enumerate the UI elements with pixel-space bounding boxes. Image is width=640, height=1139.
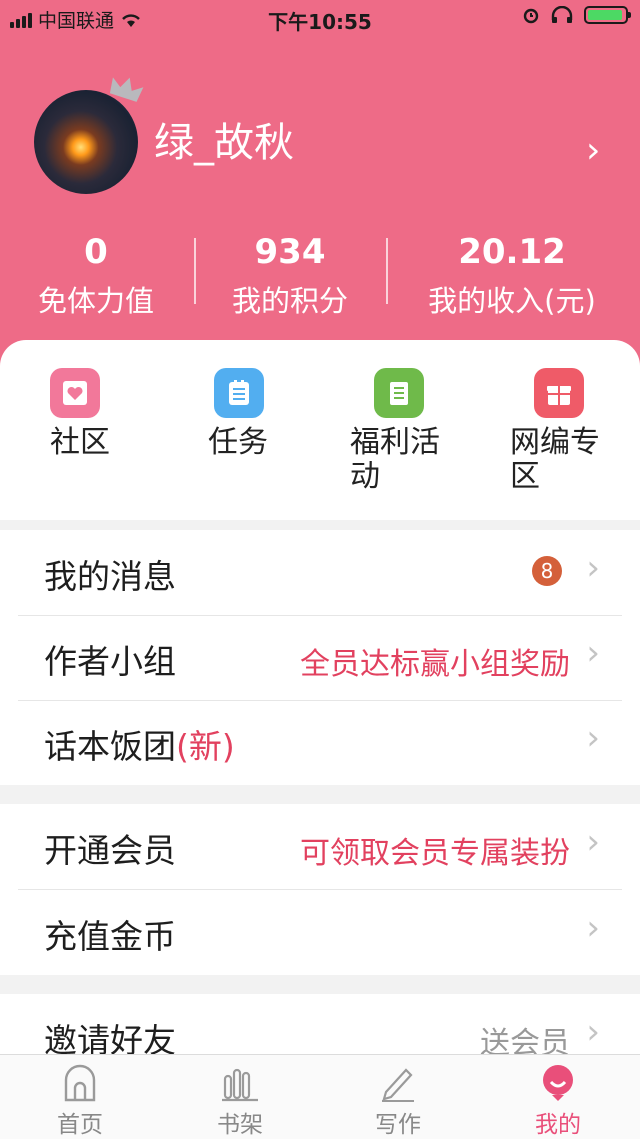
stat-stamina[interactable]: 0 免体力值 [0,232,196,320]
stat-points[interactable]: 934 我的积分 [190,232,390,320]
stat-value: 934 [254,232,326,272]
headphones-icon [551,6,573,23]
alarm-icon [523,8,539,24]
quick-link-editor-zone[interactable]: 网编专 区 [510,368,640,494]
crown-icon [109,77,144,102]
menu-row-title: 话本饭团(新) [44,720,235,768]
status-bar: 中国联通 下午10:55 [0,0,640,36]
profile-chevron-icon[interactable]: › [586,130,600,171]
chevron-right-icon: › [586,822,600,862]
menu-row-note: 可领取会员专属装扮 [300,836,570,871]
gift-icon [534,368,584,418]
menu-section-membership: 开通会员 可领取会员专属装扮 › 充值金币 › [0,804,640,975]
menu-row-messages[interactable]: 我的消息 8 › [18,530,622,616]
label-line-2: 动 [350,459,380,494]
quick-link-tasks[interactable]: 任务 [208,368,338,460]
home-icon [20,1063,140,1103]
quick-link-community[interactable]: 社区 [50,368,180,460]
stat-value: 0 [84,232,108,272]
chevron-right-icon: › [586,1012,600,1052]
document-icon [374,368,424,418]
fan-group-label: 话本饭团 [44,727,176,766]
chevron-right-icon: › [586,908,600,948]
avatar[interactable] [34,90,138,194]
label-line-1: 福利活 [350,425,440,460]
menu-row-title: 充值金币 [44,917,176,956]
tab-bookshelf[interactable]: 书架 [180,1063,300,1139]
quick-link-label: 社区 [50,425,110,460]
quick-link-label: 福利活 动 [350,426,480,494]
chevron-right-icon: › [586,633,600,673]
menu-row-note: 送会员 [480,1026,570,1054]
menu-row-title: 邀请好友 [44,1021,176,1054]
stat-label: 我的收入(元) [428,284,596,318]
tab-profile[interactable]: 我的 [498,1063,618,1139]
quick-link-benefits[interactable]: 福利活 动 [350,368,480,494]
battery-icon [584,6,631,24]
tab-write[interactable]: 写作 [338,1063,458,1139]
quick-links-card: 社区 任务 福利活 动 网编专 区 [0,340,640,520]
profile-icon [498,1063,618,1103]
stat-value: 20.12 [458,232,566,272]
menu-row-membership[interactable]: 开通会员 可领取会员专属装扮 › [18,804,622,890]
menu-row-note: 全员达标赢小组奖励 [300,647,570,682]
stat-label: 我的积分 [231,284,348,318]
bookshelf-icon [180,1063,300,1103]
quick-link-label: 网编专 区 [510,426,640,494]
chevron-right-icon: › [586,718,600,758]
tab-label: 书架 [217,1112,263,1138]
quick-link-label: 任务 [208,425,268,460]
menu-section-invite: 邀请好友 送会员 › [0,994,640,1054]
menu-row-title: 开通会员 [44,831,176,870]
label-line-2: 区 [510,459,540,494]
new-tag: (新) [176,727,235,766]
heart-card-icon [50,368,100,418]
tab-label: 写作 [375,1112,421,1138]
menu-row-author-group[interactable]: 作者小组 全员达标赢小组奖励 › [18,615,622,701]
menu-row-fan-group[interactable]: 话本饭团(新) › [18,700,622,785]
unread-badge: 8 [532,556,562,586]
clipboard-icon [214,368,264,418]
pencil-icon [338,1063,458,1103]
tab-label: 首页 [57,1112,103,1138]
menu-row-title: 作者小组 [44,642,176,681]
menu-row-title: 我的消息 [44,557,176,596]
label-line-1: 网编专 [510,425,600,460]
menu-section-social: 我的消息 8 › 作者小组 全员达标赢小组奖励 › 话本饭团(新) › [0,530,640,785]
tab-bar: 首页 书架 写作 我的 [0,1054,640,1139]
chevron-right-icon: › [586,548,600,588]
tab-home[interactable]: 首页 [20,1063,140,1139]
menu-row-invite[interactable]: 邀请好友 送会员 › [18,994,622,1054]
username[interactable]: 绿_故秋 [154,110,294,168]
stat-divider [386,238,388,304]
stat-label: 免体力值 [37,284,154,318]
tab-label: 我的 [535,1112,581,1138]
menu-row-recharge[interactable]: 充值金币 › [18,890,622,975]
stat-income[interactable]: 20.12 我的收入(元) [412,232,612,320]
